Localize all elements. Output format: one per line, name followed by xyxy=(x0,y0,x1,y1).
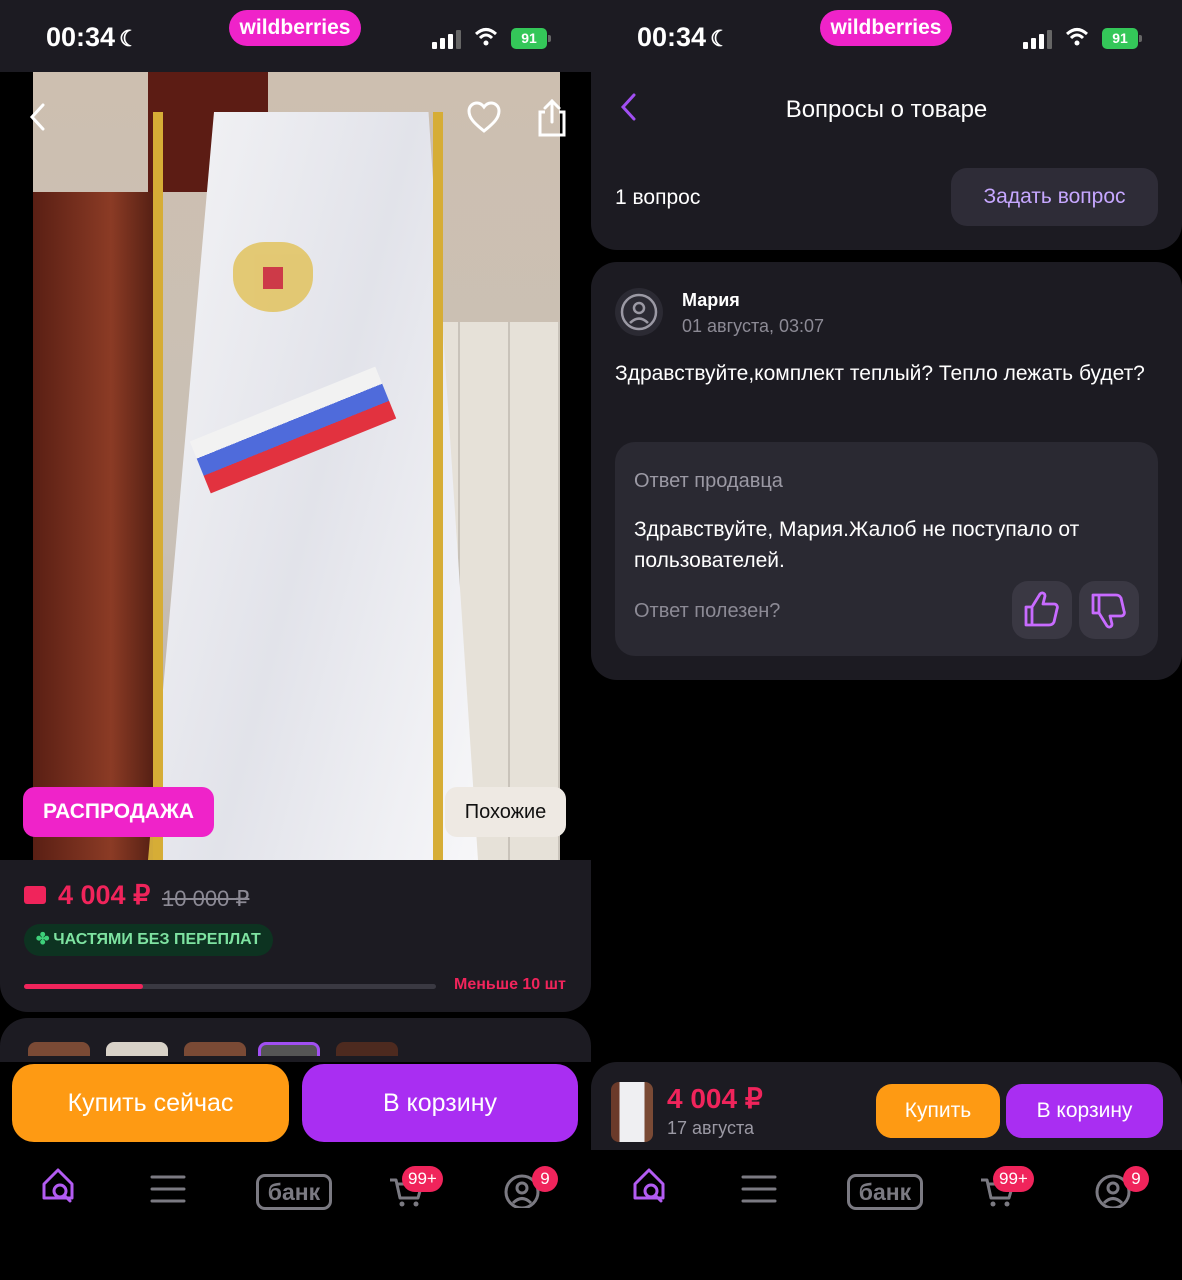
sale-badge: РАСПРОДАЖА xyxy=(23,787,214,837)
product-photo[interactable]: РАСПРОДАЖА Похожие xyxy=(0,72,591,860)
installment-badge[interactable]: ✤ ЧАСТЯМИ БЕЗ ПЕРЕПЛАТ xyxy=(24,924,273,956)
seller-answer: Ответ продавца Здравствуйте, Мария.Жалоб… xyxy=(615,442,1158,656)
battery-icon: 91 xyxy=(511,28,551,49)
tab-catalog[interactable] xyxy=(148,1162,208,1222)
bank-label: банк xyxy=(256,1174,332,1210)
time-text: 00:34 xyxy=(46,22,116,52)
tab-home[interactable] xyxy=(36,1162,96,1222)
status-bar: 00:34 ☾ wildberries 91 xyxy=(0,0,591,72)
stock-label: Меньше 10 шт xyxy=(454,976,566,993)
question-date: 01 августа, 03:07 xyxy=(682,316,825,336)
cart-badge: 99+ xyxy=(402,1166,443,1192)
question-author: Мария xyxy=(682,290,740,310)
signal-icon xyxy=(432,29,462,49)
stock-progress xyxy=(24,984,436,989)
moon-icon: ☾ xyxy=(119,26,139,51)
brand-pill: wildberries xyxy=(820,10,952,46)
photo-shroud xyxy=(148,112,478,860)
user-avatar-icon xyxy=(620,293,658,331)
wifi-icon xyxy=(1065,28,1089,46)
thumbnail[interactable] xyxy=(106,1042,168,1056)
thumbnail[interactable] xyxy=(28,1042,90,1056)
share-icon xyxy=(538,98,566,137)
share-button[interactable] xyxy=(535,98,569,138)
price-card: 4 004 ₽ 10 000 ₽ ✤ ЧАСТЯМИ БЕЗ ПЕРЕПЛАТ М… xyxy=(0,860,591,1012)
helpful-label: Ответ полезен? xyxy=(634,600,781,622)
moon-icon: ☾ xyxy=(710,26,730,51)
bottom-price: 4 004 ₽ xyxy=(667,1083,763,1114)
stock-progress-fill xyxy=(24,984,144,989)
thumbnail[interactable] xyxy=(336,1042,398,1056)
profile-badge: 9 xyxy=(1123,1166,1149,1192)
old-price: 10 000 ₽ xyxy=(162,886,250,911)
thumbnail-strip xyxy=(0,1018,591,1068)
questions-screen: 00:34 ☾ wildberries 91 Вопросы о товаре 1… xyxy=(591,0,1182,1280)
back-button[interactable] xyxy=(28,102,58,132)
photo-emblem xyxy=(233,242,313,312)
menu-icon xyxy=(150,1175,186,1203)
tab-profile[interactable]: 9 xyxy=(502,1162,562,1222)
tab-bank[interactable]: банк xyxy=(847,1162,927,1222)
page-title: Вопросы о товаре xyxy=(785,96,988,123)
avatar xyxy=(615,288,663,336)
tab-cart[interactable]: 99+ xyxy=(386,1162,446,1222)
status-bar: 00:34 ☾ wildberries 91 xyxy=(591,0,1182,72)
buy-now-button[interactable]: Купить сейчас xyxy=(12,1064,289,1142)
bank-label: банк xyxy=(847,1174,923,1210)
tab-bar: банк 99+ 9 xyxy=(591,1150,1182,1280)
wallet-icon xyxy=(24,886,46,904)
ask-question-button[interactable]: Задать вопрос xyxy=(951,168,1158,226)
chevron-left-icon xyxy=(29,103,45,131)
similar-button[interactable]: Похожие xyxy=(445,787,566,837)
thumbs-up-icon xyxy=(1024,591,1059,627)
thumbs-down-icon xyxy=(1091,593,1126,629)
wifi-icon xyxy=(474,28,498,46)
menu-icon xyxy=(741,1175,777,1203)
product-thumbnail xyxy=(611,1082,653,1142)
question-text: Здравствуйте,комплект теплый? Тепло лежа… xyxy=(615,362,1145,385)
signal-icon xyxy=(1023,29,1053,49)
photo-trim-left xyxy=(153,112,163,860)
favorite-button[interactable] xyxy=(466,100,502,136)
like-button[interactable] xyxy=(1012,581,1072,639)
tab-bar: банк 99+ 9 xyxy=(0,1150,591,1280)
tab-catalog[interactable] xyxy=(739,1162,799,1222)
tab-cart[interactable]: 99+ xyxy=(977,1162,1037,1222)
photo-image xyxy=(33,72,560,860)
add-to-cart-button[interactable]: В корзину xyxy=(1006,1084,1163,1138)
tab-bank[interactable]: банк xyxy=(256,1162,336,1222)
status-time: 00:34 ☾ xyxy=(637,22,730,53)
tab-home[interactable] xyxy=(627,1162,687,1222)
brand-pill: wildberries xyxy=(229,10,361,46)
add-to-cart-button[interactable]: В корзину xyxy=(302,1064,578,1142)
answer-title: Ответ продавца xyxy=(634,470,783,492)
clover-icon: ✤ xyxy=(36,931,50,948)
photo-coffin-side xyxy=(33,192,163,860)
thumbnail[interactable] xyxy=(184,1042,246,1056)
profile-badge: 9 xyxy=(532,1166,558,1192)
dislike-button[interactable] xyxy=(1079,581,1139,639)
photo-trim-right xyxy=(433,112,443,860)
status-time: 00:34 ☾ xyxy=(46,22,139,53)
home-search-icon xyxy=(633,1168,665,1203)
answer-text: Здравствуйте, Мария.Жалоб не поступало о… xyxy=(634,518,1080,572)
heart-icon xyxy=(467,101,501,133)
home-search-icon xyxy=(42,1168,74,1203)
product-screen: 00:34 ☾ wildberries 91 РАСПРОДАЖА Похожие xyxy=(0,0,591,1280)
thumbnail-selected[interactable] xyxy=(258,1042,320,1056)
current-price: 4 004 ₽ xyxy=(58,880,151,910)
tab-profile[interactable]: 9 xyxy=(1093,1162,1153,1222)
question-count: 1 вопрос xyxy=(615,186,701,209)
battery-icon: 91 xyxy=(1102,28,1142,49)
buy-button[interactable]: Купить xyxy=(876,1084,1000,1138)
questions-header: Вопросы о товаре 1 вопрос Задать вопрос xyxy=(591,72,1182,250)
time-text: 00:34 xyxy=(637,22,707,52)
question-card: Мария 01 августа, 03:07 Здравствуйте,ком… xyxy=(591,262,1182,680)
delivery-date: 17 августа xyxy=(667,1118,755,1138)
installment-label: ЧАСТЯМИ БЕЗ ПЕРЕПЛАТ xyxy=(53,931,261,948)
cart-badge: 99+ xyxy=(993,1166,1034,1192)
